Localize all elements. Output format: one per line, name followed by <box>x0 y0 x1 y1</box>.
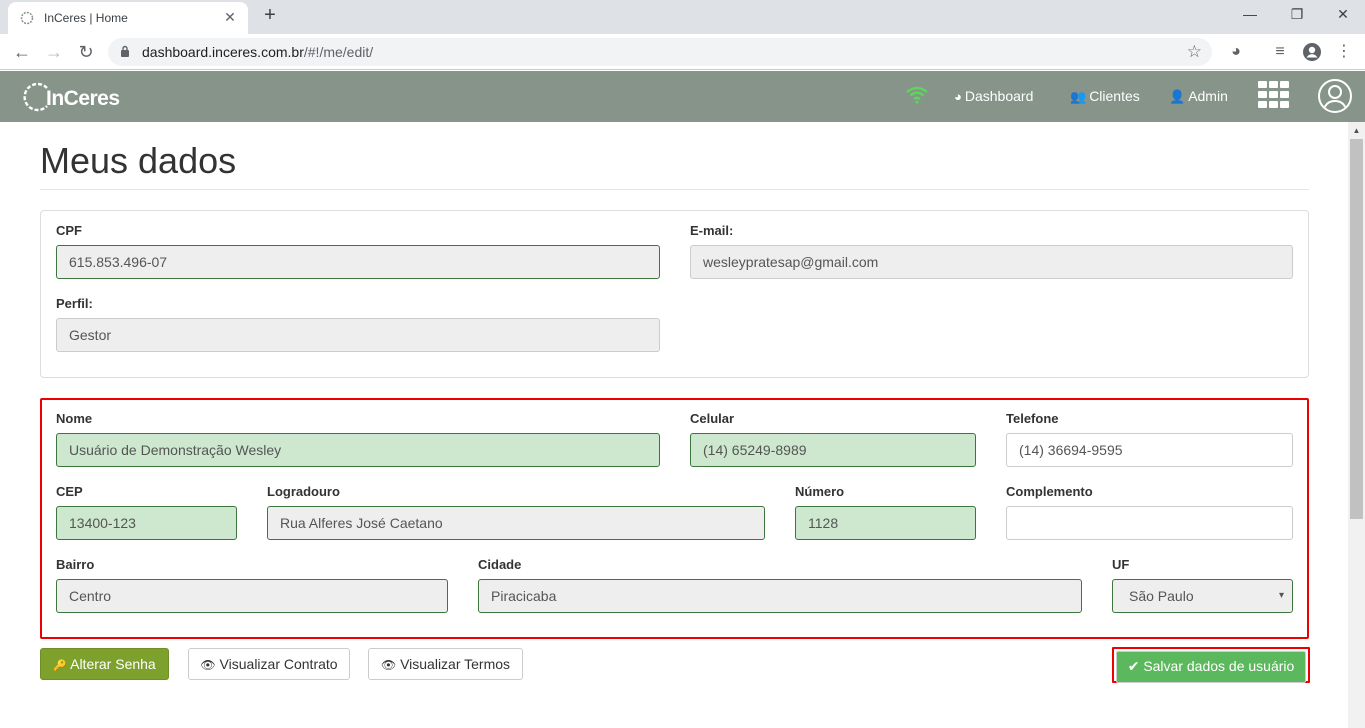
scroll-thumb[interactable] <box>1350 139 1363 519</box>
email-label: E-mail: <box>690 223 734 238</box>
url-text: dashboard.inceres.com.br/#!/me/edit/ <box>142 44 374 60</box>
eye-icon: 👁 <box>380 658 397 672</box>
window-close-icon[interactable]: ✕ <box>1328 6 1358 23</box>
user-avatar-icon[interactable] <box>1318 79 1352 113</box>
bairro-field[interactable]: Centro <box>56 579 448 613</box>
salvar-highlight: ✔ Salvar dados de usuário <box>1112 647 1310 683</box>
uf-select[interactable]: São Paulo ▾ <box>1112 579 1293 613</box>
complemento-label: Complemento <box>1006 484 1093 499</box>
numero-field[interactable]: 1128 <box>795 506 976 540</box>
nav-admin[interactable]: 👤 Admin <box>1169 88 1228 105</box>
visualizar-termos-label: Visualizar Termos <box>400 656 511 672</box>
uf-label: UF <box>1112 557 1130 572</box>
check-icon: ✔ <box>1127 658 1140 674</box>
tab-close-icon[interactable]: ✕ <box>222 9 238 26</box>
back-icon[interactable]: ← <box>10 40 34 64</box>
eye-icon: 👁 <box>200 658 216 672</box>
cpf-label: CPF <box>56 223 82 238</box>
cpf-field[interactable]: 615.853.496-07 <box>56 245 660 279</box>
url-input[interactable]: dashboard.inceres.com.br/#!/me/edit/ ☆ <box>108 38 1212 66</box>
lock-icon <box>121 45 129 57</box>
chevron-down-icon: ▾ <box>1278 590 1284 601</box>
extension-icon[interactable]: ◕ <box>1226 42 1246 62</box>
account-panel <box>40 210 1309 378</box>
nome-label: Nome <box>56 411 93 426</box>
cidade-label: Cidade <box>478 557 522 572</box>
nav-dashboard[interactable]: ◕ Dashboard <box>954 88 1033 104</box>
apps-grid-icon[interactable] <box>1258 81 1290 109</box>
wifi-status-icon <box>906 86 928 104</box>
cep-label: CEP <box>56 484 83 499</box>
new-tab-icon[interactable]: + <box>258 4 282 27</box>
app-navbar: InCeres ◕ Dashboard 👥 Clientes 👤 Admin <box>0 71 1365 122</box>
brand-name: InCeres <box>46 87 120 110</box>
reload-icon[interactable]: ↻ <box>74 40 98 64</box>
nav-admin-label: Admin <box>1188 88 1228 104</box>
telefone-label: Telefone <box>1006 411 1059 426</box>
nav-clientes-label: Clientes <box>1089 88 1140 104</box>
cep-field[interactable]: 13400-123 <box>56 506 237 540</box>
logradouro-field[interactable]: Rua Alferes José Caetano <box>267 506 765 540</box>
celular-field[interactable]: (14) 65249-8989 <box>690 433 976 467</box>
alterar-senha-label: Alterar Senha <box>70 656 156 672</box>
browser-tab[interactable]: InCeres | Home ✕ <box>8 2 248 34</box>
numero-label: Número <box>795 484 845 499</box>
email-field[interactable]: wesleypratesap@gmail.com <box>690 245 1293 279</box>
users-icon: 👥 <box>1070 89 1087 104</box>
nav-dashboard-label: Dashboard <box>964 88 1034 104</box>
key-icon: 🔑 <box>53 660 67 672</box>
visualizar-contrato-label: Visualizar Contrato <box>219 656 338 672</box>
restore-icon[interactable]: ❐ <box>1282 6 1312 23</box>
nav-clientes[interactable]: 👥 Clientes <box>1070 88 1140 105</box>
bookmark-star-icon[interactable]: ☆ <box>1187 42 1202 62</box>
uf-selected-value: São Paulo <box>1129 588 1194 604</box>
forward-icon[interactable]: → <box>42 40 66 64</box>
dashboard-icon: ◕ <box>954 89 962 104</box>
browser-tab-bar: InCeres | Home ✕ + — ❐ ✕ <box>0 0 1365 34</box>
visualizar-contrato-button[interactable]: 👁 Visualizar Contrato <box>188 648 350 680</box>
alterar-senha-button[interactable]: 🔑 Alterar Senha <box>40 648 169 680</box>
telefone-field[interactable]: (14) 36694-9595 <box>1006 433 1293 467</box>
user-plus-icon: 👤 <box>1169 89 1186 104</box>
perfil-label: Perfil: <box>56 296 93 311</box>
title-divider <box>40 189 1309 190</box>
visualizar-termos-button[interactable]: 👁 Visualizar Termos <box>368 648 523 680</box>
media-icon[interactable]: ≡ <box>1270 42 1290 62</box>
salvar-dados-button[interactable]: ✔ Salvar dados de usuário <box>1116 651 1306 683</box>
celular-label: Celular <box>690 411 735 426</box>
nome-field[interactable]: Usuário de Demonstração Wesley <box>56 433 660 467</box>
page-title: Meus dados <box>40 140 237 181</box>
tab-title: InCeres | Home <box>44 11 128 25</box>
page-scrollbar[interactable]: ▲ <box>1348 122 1365 728</box>
chrome-menu-icon[interactable]: ⋮ <box>1334 42 1354 62</box>
perfil-field[interactable]: Gestor <box>56 318 660 352</box>
cidade-field[interactable]: Piracicaba <box>478 579 1082 613</box>
salvar-dados-label: Salvar dados de usuário <box>1143 658 1295 674</box>
complemento-field[interactable] <box>1006 506 1293 540</box>
minimize-icon[interactable]: — <box>1235 6 1265 22</box>
account-icon[interactable] <box>1302 42 1322 62</box>
bairro-label: Bairro <box>56 557 95 572</box>
logradouro-label: Logradouro <box>267 484 340 499</box>
browser-address-bar: ← → ↻ dashboard.inceres.com.br/#!/me/edi… <box>0 34 1365 70</box>
scroll-up-icon[interactable]: ▲ <box>1348 122 1365 139</box>
inceres-favicon-icon <box>20 11 34 25</box>
